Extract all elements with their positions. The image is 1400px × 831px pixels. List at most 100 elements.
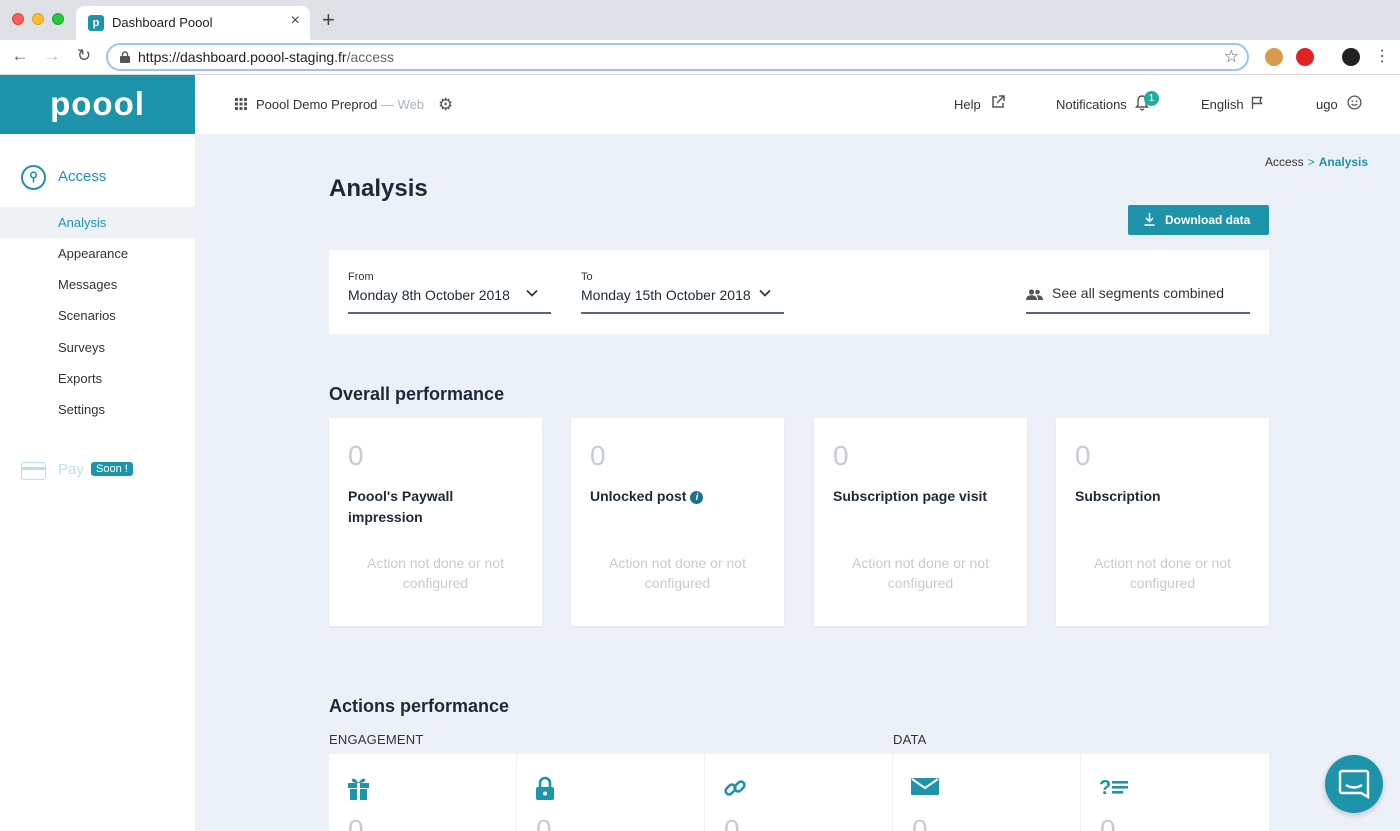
poool-favicon-icon: p [88, 15, 104, 31]
reload-icon[interactable]: ↻ [74, 46, 94, 66]
breadcrumb-separator: > [1307, 155, 1315, 169]
from-underline [348, 312, 551, 314]
subscription-label: Subscription [1075, 488, 1161, 504]
lock-icon [536, 776, 554, 800]
gift-action-cell: 0 [329, 754, 517, 831]
unlocked-post-heading: Unlocked post i [590, 486, 770, 507]
sidebar-item-messages[interactable]: Messages [0, 269, 195, 300]
smiley-user-icon[interactable] [1347, 95, 1362, 110]
envelope-action-cell: 0 [893, 754, 1081, 831]
gift-action-value: 0 [348, 814, 364, 831]
unlocked-post-label: Unlocked post [590, 488, 687, 504]
from-label: From [348, 271, 374, 283]
url-path: /access [346, 49, 395, 65]
forward-icon[interactable]: → [42, 46, 62, 66]
info-icon[interactable]: i [690, 491, 704, 504]
keyhole-icon [21, 165, 46, 190]
breadcrumb-current: Analysis [1318, 155, 1369, 169]
new-tab-button[interactable]: + [322, 9, 335, 31]
help-link[interactable]: Help [954, 97, 981, 112]
subscription-page-visit-status: Action not done or not configured [852, 555, 989, 591]
sidebar-item-analysis[interactable]: Analysis [0, 207, 195, 238]
engagement-group-label: ENGAGEMENT [329, 732, 424, 747]
user-menu[interactable]: ugo [1316, 97, 1338, 112]
browser-tab[interactable]: p Dashboard Poool × [76, 6, 310, 40]
actions-performance-title: Actions performance [329, 696, 510, 716]
subscription-status: Action not done or not configured [1094, 555, 1231, 591]
apps-grid-icon[interactable] [235, 98, 247, 110]
question-list-icon: ? [1099, 777, 1128, 798]
maximize-window-button[interactable] [52, 13, 64, 25]
segments-underline [1026, 312, 1250, 314]
bookmark-star-icon[interactable]: ☆ [1224, 47, 1239, 67]
sidebar-item-settings[interactable]: Settings [0, 394, 195, 425]
subscription-value: 0 [1075, 440, 1091, 471]
overall-performance-title: Overall performance [329, 384, 505, 404]
lock-action-value: 0 [536, 814, 552, 831]
lock-action-cell: 0 [517, 754, 705, 831]
opera-extension-icon[interactable] [1296, 48, 1314, 66]
from-date-select[interactable]: Monday 8th October 2018 [348, 287, 510, 303]
download-data-button[interactable]: Download data [1128, 205, 1269, 235]
browser-titlebar: p Dashboard Poool × + [0, 0, 1400, 40]
chevron-down-icon[interactable] [759, 288, 771, 298]
svg-text:?: ? [1099, 777, 1111, 798]
chat-launcher-button[interactable] [1325, 755, 1383, 813]
segments-select[interactable]: See all segments combined [1052, 285, 1224, 301]
url-text: https://dashboard.poool-staging.fr/acces… [138, 49, 394, 65]
notifications-link[interactable]: Notifications [1056, 97, 1127, 112]
paywall-impression-value: 0 [348, 440, 364, 471]
sidebar-section-access[interactable]: Access [58, 168, 106, 185]
paywall-impression-card: 0 Poool's Paywall impression Action not … [329, 418, 542, 626]
subscription-page-visit-card: 0 Subscription page visit Action not don… [814, 418, 1027, 626]
sidebar-item-scenarios[interactable]: Scenarios [0, 300, 195, 331]
flag-icon [1251, 96, 1263, 109]
page-title: Analysis [329, 175, 428, 202]
gear-icon[interactable]: ⚙ [438, 95, 453, 115]
unlocked-post-value: 0 [590, 440, 606, 471]
close-window-button[interactable] [12, 13, 24, 25]
tab-title: Dashboard Poool [112, 15, 213, 30]
close-tab-icon[interactable]: × [291, 12, 300, 30]
breadcrumb-root[interactable]: Access [1265, 155, 1304, 169]
browser-toolbar: ← → ↻ https://dashboard.poool-staging.fr… [0, 40, 1400, 75]
logo-text: poool [50, 85, 145, 122]
cookie-extension-icon[interactable] [1265, 48, 1283, 66]
sidebar: Access Analysis Appearance Messages Scen… [0, 134, 195, 831]
address-bar[interactable]: https://dashboard.poool-staging.fr/acces… [106, 43, 1249, 71]
project-selector[interactable]: Poool Demo Preprod — Web [256, 97, 424, 112]
profile-avatar[interactable] [1342, 48, 1360, 66]
paywall-impression-label: Poool's Paywall impression [348, 488, 454, 525]
browser-menu-icon[interactable]: ⋮ [1374, 46, 1390, 66]
link-action-value: 0 [724, 814, 740, 831]
sidebar-item-appearance[interactable]: Appearance [0, 238, 195, 269]
sidebar-section-pay: Pay [58, 461, 84, 478]
logo[interactable]: poool [0, 75, 195, 134]
project-name: Poool Demo Preprod [256, 97, 378, 112]
chevron-down-icon[interactable] [526, 288, 538, 298]
back-icon[interactable]: ← [10, 46, 30, 66]
paywall-impression-status: Action not done or not configured [367, 555, 504, 591]
credit-card-icon [21, 462, 46, 480]
download-icon [1144, 213, 1155, 226]
survey-action-value: 0 [1100, 814, 1116, 831]
minimize-window-button[interactable] [32, 13, 44, 25]
sidebar-item-surveys[interactable]: Surveys [0, 332, 195, 363]
to-label: To [581, 271, 593, 283]
survey-action-cell: ? 0 [1081, 754, 1269, 831]
date-filter-card: From Monday 8th October 2018 To Monday 1… [329, 250, 1269, 334]
url-host: https://dashboard.poool-staging.fr [138, 49, 347, 65]
notification-count-badge: 1 [1144, 91, 1159, 106]
link-icon [724, 780, 746, 796]
to-underline [581, 312, 784, 314]
to-date-select[interactable]: Monday 15th October 2018 [581, 287, 751, 303]
sidebar-item-exports[interactable]: Exports [0, 363, 195, 394]
project-platform: — Web [377, 97, 425, 112]
download-data-label: Download data [1165, 213, 1251, 227]
link-action-cell: 0 [705, 754, 893, 831]
external-link-icon [992, 95, 1005, 108]
envelope-icon [911, 778, 939, 795]
actions-row: 0 0 0 0 ? 0 [329, 754, 1269, 831]
language-selector[interactable]: English [1201, 97, 1244, 112]
subscription-page-visit-value: 0 [833, 440, 849, 471]
